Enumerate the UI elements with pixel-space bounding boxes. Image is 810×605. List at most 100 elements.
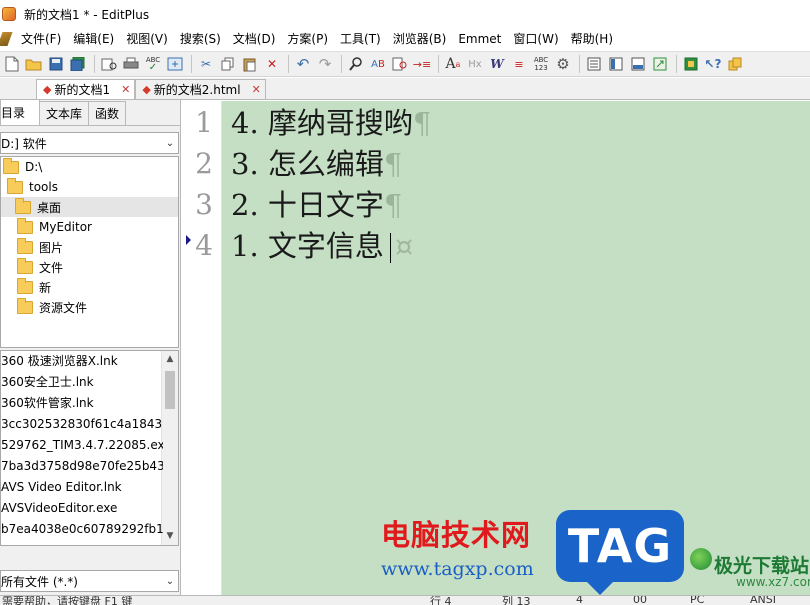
- word-wrap-icon[interactable]: W: [487, 54, 507, 74]
- line-number-icon[interactable]: ≡: [509, 54, 529, 74]
- menu-browser[interactable]: 浏览器(B): [387, 28, 453, 50]
- line-number: 3: [195, 188, 213, 221]
- split-window-icon[interactable]: [650, 54, 670, 74]
- panel-tabs: 目录 文本库 函数: [0, 99, 180, 126]
- user-tool-icon[interactable]: [725, 54, 745, 74]
- window-list-icon[interactable]: [584, 54, 604, 74]
- file-list-item[interactable]: 7ba3d3758d98e70fe25b43a0: [1, 456, 163, 477]
- context-help-icon[interactable]: ↖?: [703, 54, 723, 74]
- drive-select[interactable]: D:] 软件 ⌄: [0, 132, 179, 154]
- window-title: 新的文档1 * - EditPlus: [24, 7, 150, 22]
- redo-icon[interactable]: ↷: [315, 54, 335, 74]
- file-list-item[interactable]: 360软件管家.lnk: [1, 393, 163, 414]
- settings-icon[interactable]: ⚙: [553, 54, 573, 74]
- tree-item-label: 新: [39, 280, 52, 295]
- file-list-item[interactable]: 529762_TIM3.4.7.22085.exe: [1, 435, 163, 456]
- status-encoding: ANSI: [750, 595, 776, 605]
- menu-emmet[interactable]: Emmet: [452, 28, 507, 50]
- watermark-cn-text: 电脑技术网: [381, 518, 532, 552]
- undo-icon[interactable]: ↶: [293, 54, 313, 74]
- print-icon[interactable]: [121, 54, 141, 74]
- panel-tab-directory-label: 目录: [1, 106, 26, 120]
- tab-doc-1-label: 新的文档1: [54, 83, 111, 97]
- current-line-marker-icon: [186, 235, 191, 245]
- find-icon[interactable]: [346, 54, 366, 74]
- panel-tab-functions[interactable]: 函数: [88, 101, 127, 125]
- file-list-item[interactable]: AVS Video Editor.lnk: [1, 477, 163, 498]
- folder-icon: [17, 297, 33, 314]
- open-folder-icon[interactable]: [24, 54, 44, 74]
- spell-check-icon[interactable]: ABC ✓: [143, 54, 163, 74]
- file-list-item[interactable]: 360安全卫士.lnk: [1, 372, 163, 393]
- file-list-item[interactable]: b7ea4038e0c60789292fb194: [1, 519, 163, 540]
- html-toolbar-icon[interactable]: Hx: [465, 54, 485, 74]
- delete-icon[interactable]: ✕: [262, 54, 282, 74]
- tree-item[interactable]: MyEditor: [1, 217, 178, 237]
- goto-line-icon[interactable]: →≡: [412, 54, 432, 74]
- output-window-icon[interactable]: [606, 54, 626, 74]
- help-icon[interactable]: [681, 54, 701, 74]
- chevron-up-icon[interactable]: ▲: [162, 351, 178, 368]
- menu-file[interactable]: 文件(F): [15, 28, 67, 50]
- tree-item[interactable]: 图片: [1, 237, 178, 257]
- folder-icon: [17, 257, 33, 274]
- menu-document[interactable]: 文档(D): [227, 28, 282, 50]
- file-list-item[interactable]: 360 极速浏览器X.lnk: [1, 351, 163, 372]
- browser-preview-icon[interactable]: [165, 54, 185, 74]
- paragraph-mark: ¶: [383, 188, 403, 222]
- file-filter-select[interactable]: 所有文件 (*.*) ⌄: [0, 570, 179, 592]
- new-file-icon[interactable]: [2, 54, 22, 74]
- panel-tab-directory[interactable]: 目录: [0, 99, 40, 125]
- ruler-icon[interactable]: ABC 123: [531, 54, 551, 74]
- menu-edit[interactable]: 编辑(E): [67, 28, 120, 50]
- menu-bar: 文件(F) 编辑(E) 视图(V) 搜索(S) 文档(D) 方案(P) 工具(T…: [0, 28, 810, 50]
- clip-text-icon[interactable]: [628, 54, 648, 74]
- chevron-down-icon[interactable]: ▼: [162, 528, 178, 545]
- menu-view[interactable]: 视图(V): [120, 28, 174, 50]
- panel-tab-functions-label: 函数: [95, 107, 120, 121]
- status-line: 行 4: [430, 595, 452, 605]
- folder-icon: [7, 177, 23, 194]
- menu-help[interactable]: 帮助(H): [565, 28, 619, 50]
- tree-item[interactable]: D:\: [1, 157, 178, 177]
- tab-doc-1[interactable]: ◆ 新的文档1 ✕: [36, 79, 136, 99]
- tree-item[interactable]: tools: [1, 177, 178, 197]
- toolbar-separator: [341, 55, 342, 73]
- scrollbar-thumb[interactable]: [165, 371, 175, 409]
- editplus-app-icon: [2, 7, 16, 21]
- save-all-icon[interactable]: [68, 54, 88, 74]
- tab-scroll-stub: [0, 81, 8, 99]
- folder-icon: [17, 217, 33, 234]
- editor-line-text: 1. 文字信息: [231, 229, 384, 263]
- menu-window[interactable]: 窗口(W): [507, 28, 564, 50]
- copy-icon[interactable]: [218, 54, 238, 74]
- panel-tab-cliptext[interactable]: 文本库: [39, 101, 90, 125]
- find-in-files-icon[interactable]: [390, 54, 410, 74]
- tab-doc-2[interactable]: ◆ 新的文档2.html ✕: [135, 79, 266, 99]
- close-icon[interactable]: ✕: [121, 83, 130, 96]
- paste-icon[interactable]: [240, 54, 260, 74]
- file-list-item[interactable]: 3cc302532830f61c4a1843616: [1, 414, 163, 435]
- tree-item[interactable]: 文件: [1, 257, 178, 277]
- editor-line-text: 3. 怎么编辑: [231, 147, 384, 181]
- text-cursor: [389, 233, 391, 263]
- file-list-scrollbar[interactable]: ▲ ▼: [161, 351, 178, 545]
- tree-item[interactable]: 桌面: [1, 197, 178, 217]
- file-list-item[interactable]: AVSVideoEditor.exe: [1, 498, 163, 519]
- tab-doc-2-label: 新的文档2.html: [153, 83, 241, 97]
- font-icon[interactable]: Aa: [443, 54, 463, 74]
- save-icon[interactable]: [46, 54, 66, 74]
- cut-icon[interactable]: ✂: [196, 54, 216, 74]
- print-preview-icon[interactable]: [99, 54, 119, 74]
- replace-icon[interactable]: AB: [368, 54, 388, 74]
- tree-item[interactable]: 资源文件: [1, 297, 178, 317]
- tree-item[interactable]: 新: [1, 277, 178, 297]
- menu-search[interactable]: 搜索(S): [174, 28, 227, 50]
- paragraph-mark: ¶: [383, 147, 403, 181]
- close-icon[interactable]: ✕: [252, 83, 261, 96]
- chevron-down-icon: ⌄: [165, 575, 175, 587]
- menu-tools[interactable]: 工具(T): [334, 28, 387, 50]
- toolbar-separator: [191, 55, 192, 73]
- toolbar: ABC ✓ ✂ ✕ ↶ ↷ AB →≡ Aa Hx W ≡ ABC 123 ⚙ ↖?: [0, 51, 810, 77]
- menu-project[interactable]: 方案(P): [281, 28, 334, 50]
